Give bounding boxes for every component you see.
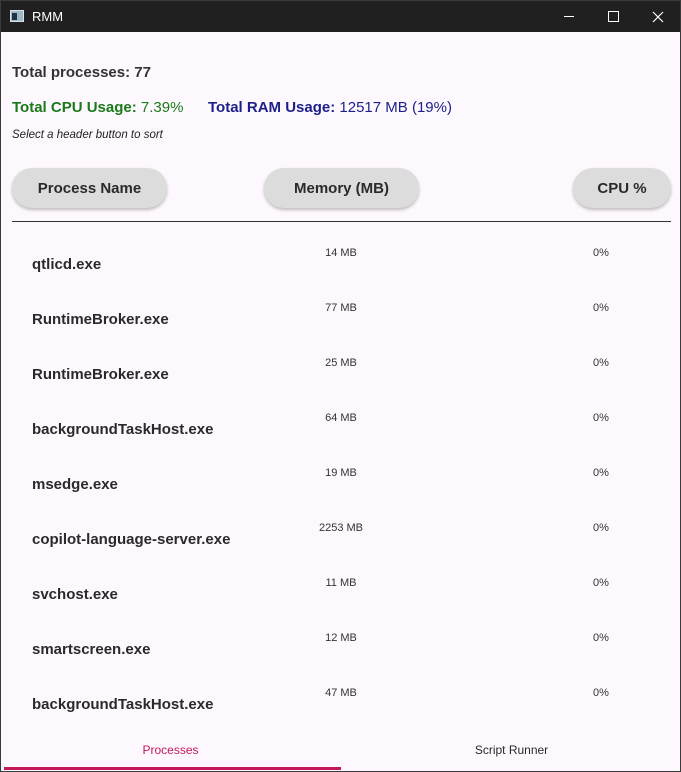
tab-processes[interactable]: Processes: [1, 729, 340, 771]
window-title: RMM: [32, 9, 64, 24]
process-memory: 2253 MB: [318, 522, 364, 534]
process-memory: 47 MB: [325, 687, 357, 699]
title-bar[interactable]: RMM: [1, 1, 680, 32]
process-name: svchost.exe: [32, 586, 118, 603]
process-cpu: 0%: [593, 577, 609, 589]
app-icon: [10, 10, 24, 22]
process-memory: 64 MB: [325, 412, 357, 424]
sort-by-name-button[interactable]: Process Name: [12, 168, 167, 208]
process-row: qtlicd.exe 14 MB 0%: [1, 229, 680, 284]
sort-by-memory-button[interactable]: Memory (MB): [264, 168, 419, 208]
process-name: RuntimeBroker.exe: [32, 366, 169, 383]
process-cpu: 0%: [593, 632, 609, 644]
process-cpu: 0%: [593, 357, 609, 369]
process-memory: 12 MB: [325, 632, 357, 644]
process-cpu: 0%: [593, 302, 609, 314]
sort-hint: Select a header button to sort: [12, 129, 163, 141]
process-memory: 77 MB: [325, 302, 357, 314]
header-divider: [12, 221, 671, 222]
process-cpu: 0%: [593, 247, 609, 259]
minimize-button[interactable]: [546, 1, 592, 32]
process-cpu: 0%: [593, 467, 609, 479]
process-row: svchost.exe 11 MB 0%: [1, 559, 680, 614]
process-row: msedge.exe 19 MB 0%: [1, 449, 680, 504]
process-row: backgroundTaskHost.exe 64 MB 0%: [1, 394, 680, 449]
cpu-usage-value: 7.39%: [136, 99, 184, 116]
process-row: RuntimeBroker.exe 25 MB 0%: [1, 339, 680, 394]
process-name: qtlicd.exe: [32, 256, 102, 273]
process-name: backgroundTaskHost.exe: [32, 696, 214, 713]
process-row: copilot-language-server.exe 2253 MB 0%: [1, 504, 680, 559]
tab-script-runner[interactable]: Script Runner: [342, 729, 680, 771]
process-cpu: 0%: [593, 412, 609, 424]
process-name: msedge.exe: [32, 476, 118, 493]
minimize-icon: [564, 16, 574, 17]
process-cpu: 0%: [593, 522, 609, 534]
ram-usage-label: Total RAM Usage:: [208, 99, 336, 116]
sort-by-cpu-button[interactable]: CPU %: [573, 168, 671, 208]
process-memory: 19 MB: [325, 467, 357, 479]
active-tab-indicator: [4, 767, 341, 770]
bottom-tab-bar: Processes Script Runner: [1, 729, 680, 771]
process-row: RuntimeBroker.exe 77 MB 0%: [1, 284, 680, 339]
app-window: RMM Total processes: 77 Total CPU Usage:…: [0, 0, 681, 772]
process-name: RuntimeBroker.exe: [32, 311, 169, 328]
process-name: smartscreen.exe: [32, 641, 151, 658]
ram-usage-value: 12517 MB (19%): [335, 99, 452, 116]
process-memory: 25 MB: [325, 357, 357, 369]
maximize-button[interactable]: [590, 1, 636, 32]
process-name: backgroundTaskHost.exe: [32, 421, 214, 438]
process-list[interactable]: qtlicd.exe 14 MB 0% RuntimeBroker.exe 77…: [1, 229, 680, 729]
close-icon: [652, 11, 664, 22]
process-name: copilot-language-server.exe: [32, 531, 231, 548]
process-cpu: 0%: [593, 687, 609, 699]
process-row: backgroundTaskHost.exe 47 MB 0%: [1, 669, 680, 724]
process-memory: 11 MB: [325, 577, 357, 589]
process-memory: 14 MB: [325, 247, 357, 259]
ram-usage-summary: Total RAM Usage: 12517 MB (19%): [208, 99, 452, 116]
process-row: smartscreen.exe 12 MB 0%: [1, 614, 680, 669]
cpu-usage-summary: Total CPU Usage: 7.39%: [12, 99, 183, 116]
cpu-usage-label: Total CPU Usage:: [12, 99, 137, 116]
total-processes: Total processes: 77: [12, 64, 151, 81]
close-button[interactable]: [635, 1, 680, 32]
maximize-icon: [607, 11, 619, 22]
